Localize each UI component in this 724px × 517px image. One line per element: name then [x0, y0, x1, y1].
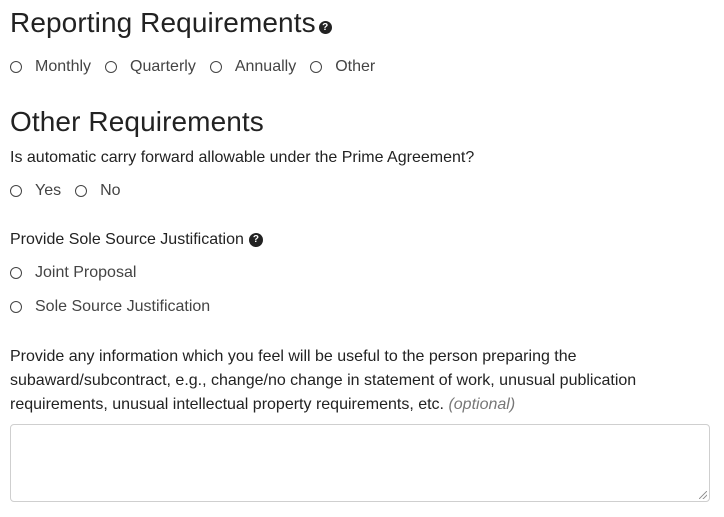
- radio-quarterly[interactable]: Quarterly: [105, 58, 196, 76]
- radio-label-joint-proposal: Joint Proposal: [35, 264, 137, 281]
- resize-handle-icon[interactable]: [699, 491, 707, 499]
- sole-source-question-label: Provide Sole Source Justification: [10, 231, 244, 248]
- radio-circle[interactable]: [310, 60, 323, 73]
- carry-forward-radio-group: Yes No: [10, 182, 135, 200]
- radio-circle[interactable]: [105, 60, 118, 73]
- radio-yes[interactable]: Yes: [10, 182, 61, 200]
- radio-label-other: Other: [335, 58, 376, 75]
- radio-label-monthly: Monthly: [35, 58, 92, 75]
- radio-label-quarterly: Quarterly: [130, 58, 196, 75]
- carry-forward-question: Is automatic carry forward allowable und…: [10, 149, 475, 166]
- question-circle-icon[interactable]: ?: [248, 233, 263, 247]
- reporting-requirements-heading: Reporting Requirements ?: [10, 9, 332, 37]
- radio-circle[interactable]: [10, 60, 22, 73]
- radio-circle[interactable]: [209, 60, 222, 73]
- radio-sole-source-justification[interactable]: Sole Source Justification: [10, 298, 210, 316]
- radio-circle[interactable]: [10, 184, 22, 197]
- other-requirements-title: Other Requirements: [10, 106, 264, 137]
- additional-info-question: Provide any information which you feel w…: [10, 345, 700, 417]
- additional-info-textarea[interactable]: [10, 424, 710, 502]
- radio-circle[interactable]: [75, 184, 88, 197]
- radio-joint-proposal[interactable]: Joint Proposal: [10, 264, 136, 282]
- radio-label-no: No: [100, 182, 121, 199]
- radio-label-sole-source-justification: Sole Source Justification: [35, 298, 211, 315]
- additional-info-question-text: Provide any information which you feel w…: [10, 348, 637, 413]
- radio-label-yes: Yes: [35, 182, 62, 199]
- optional-label: (optional): [448, 396, 516, 413]
- sole-source-radio-group: Joint Proposal: [10, 264, 150, 282]
- radio-monthly[interactable]: Monthly: [10, 58, 91, 76]
- question-circle-icon[interactable]: ?: [318, 21, 332, 34]
- reporting-frequency-radio-group: Monthly Quarterly Annually Other: [10, 58, 389, 76]
- sole-source-radio-group-2: Sole Source Justification: [10, 298, 224, 316]
- radio-label-annually: Annually: [234, 58, 297, 75]
- radio-other[interactable]: Other: [310, 58, 375, 76]
- radio-no[interactable]: No: [75, 182, 121, 200]
- reporting-requirements-title: Reporting Requirements: [10, 7, 316, 38]
- radio-annually[interactable]: Annually: [209, 58, 297, 76]
- sole-source-question: Provide Sole Source Justification ?: [10, 231, 263, 249]
- radio-circle[interactable]: [10, 266, 22, 279]
- radio-circle[interactable]: [10, 300, 22, 313]
